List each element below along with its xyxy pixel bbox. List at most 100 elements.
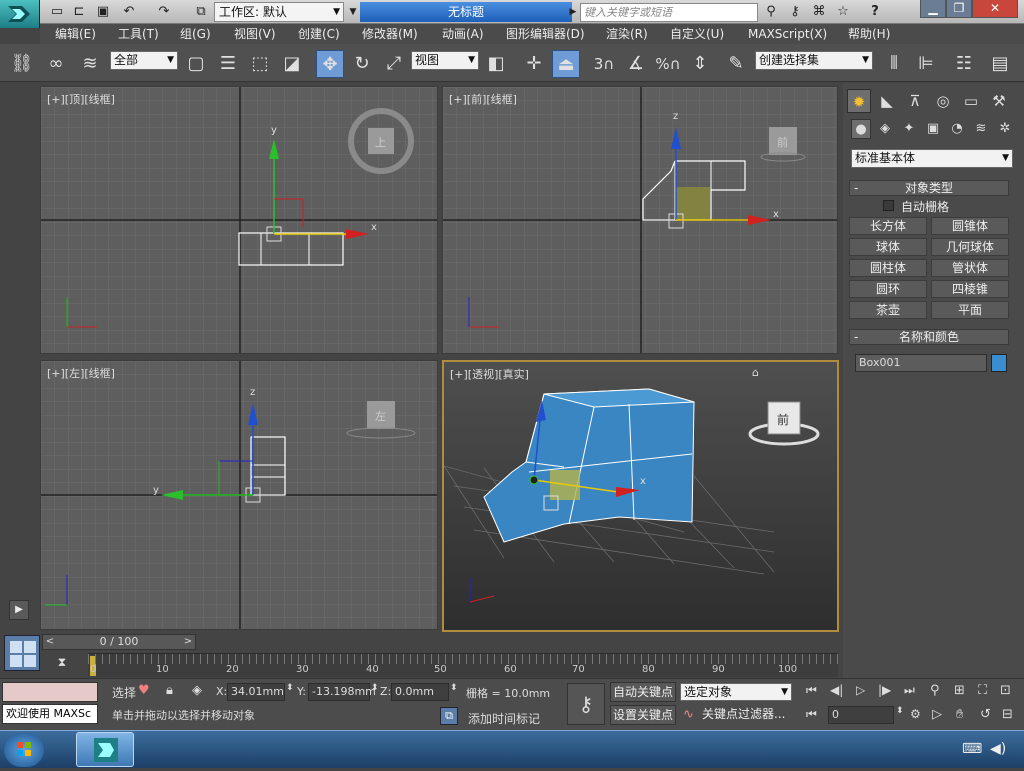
prev-frame-icon[interactable]: < <box>43 635 57 649</box>
menu-customize[interactable]: 自定义(U) <box>670 24 724 44</box>
time-tag-icon[interactable]: ⧉ <box>440 707 458 725</box>
menu-help[interactable]: 帮助(H) <box>848 24 890 44</box>
viewport-left-label[interactable]: [+][左][线框] <box>47 365 115 381</box>
app-logo-button[interactable] <box>0 0 40 28</box>
selection-filter-dropdown[interactable]: 全部 ▼ <box>110 51 178 70</box>
menu-group[interactable]: 组(G) <box>180 24 211 44</box>
rectangular-selection-icon[interactable]: ⬚ <box>246 50 274 78</box>
motion-tab-icon[interactable]: ◎ <box>931 89 955 113</box>
prev-key-icon[interactable]: ◀| <box>830 683 843 697</box>
mirror-icon[interactable]: ⫴ <box>880 50 908 78</box>
z-spinner-icon[interactable]: ⬍ <box>450 683 458 693</box>
select-and-manipulate-icon[interactable]: ✛ <box>520 50 548 78</box>
next-frame-icon[interactable]: > <box>181 635 195 649</box>
play-icon[interactable]: ▶ <box>9 600 29 620</box>
snaps-toggle-icon[interactable]: 3∩ <box>590 50 618 78</box>
create-tab-icon[interactable]: ✹ <box>847 89 871 113</box>
geosphere-button[interactable]: 几何球体 <box>931 238 1009 256</box>
hierarchy-tab-icon[interactable]: ⊼ <box>903 89 927 113</box>
selection-lock-icon[interactable]: 🔒︎ <box>166 683 173 698</box>
home-icon[interactable]: ⌂ <box>752 366 759 379</box>
angle-snap-icon[interactable]: ∡ <box>622 50 650 78</box>
zoom-icon[interactable]: ⚲ <box>930 683 940 698</box>
track-bar[interactable]: 0 10 20 30 40 50 60 70 80 90 100 <box>88 653 838 677</box>
cameras-icon[interactable]: ▣ <box>923 119 943 139</box>
y-spinner-icon[interactable]: ⬍ <box>371 683 379 693</box>
box-button[interactable]: 长方体 <box>849 217 927 235</box>
select-object-icon[interactable]: ▢ <box>182 50 210 78</box>
viewport-perspective-label[interactable]: [+][透视][真实] <box>450 366 529 382</box>
percent-snap-icon[interactable]: %∩ <box>654 50 682 78</box>
name-and-color-rollout[interactable]: - 名称和颜色 <box>849 329 1009 345</box>
select-by-name-icon[interactable]: ☰ <box>214 50 242 78</box>
frame-spinner-icon[interactable]: ⬍ <box>896 706 904 716</box>
keyboard-shortcut-override-icon[interactable]: ⏏ <box>552 50 580 78</box>
link-icon[interactable]: ⛓ <box>8 50 36 78</box>
menu-tools[interactable]: 工具(T) <box>118 24 159 44</box>
plane-button[interactable]: 平面 <box>931 301 1009 319</box>
select-and-rotate-icon[interactable]: ↻ <box>348 50 376 78</box>
menu-modifiers[interactable]: 修改器(M) <box>362 24 418 44</box>
space-warps-icon[interactable]: ≋ <box>971 119 991 139</box>
zoom-all-icon[interactable]: ⊞ <box>954 683 965 698</box>
viewport-front-label[interactable]: [+][前][线框] <box>449 91 517 107</box>
maxscript-listener-top[interactable] <box>2 682 98 702</box>
field-of-view-icon[interactable]: ▷ <box>932 707 942 722</box>
pyramid-button[interactable]: 四棱锥 <box>931 280 1009 298</box>
keyboard-icon[interactable]: ⌨ <box>962 741 982 757</box>
maximize-viewport-icon[interactable]: ⊟ <box>1002 707 1013 722</box>
geometry-icon[interactable]: ● <box>851 119 871 139</box>
modify-tab-icon[interactable]: ◣ <box>875 89 899 113</box>
window-crossing-icon[interactable]: ◪ <box>278 50 306 78</box>
pivot-center-icon[interactable]: ◧ <box>482 50 510 78</box>
viewport-left[interactable]: [+][左][线框] y z 左 <box>40 360 438 630</box>
category-dropdown[interactable]: 标准基本体 ▼ <box>851 149 1013 168</box>
time-config-icon[interactable]: ⚙ <box>910 707 921 721</box>
key-mode-toggle-icon[interactable]: ⏮ <box>806 707 817 722</box>
menu-views[interactable]: 视图(V) <box>234 24 276 44</box>
utilities-tab-icon[interactable]: ⚒ <box>987 89 1011 113</box>
close-button[interactable]: ✕ <box>972 0 1018 18</box>
set-key-button[interactable]: 设置关键点 <box>610 705 676 725</box>
pan-hand-icon[interactable]: ✋︎ <box>956 707 963 722</box>
menu-create[interactable]: 创建(C) <box>298 24 340 44</box>
tube-button[interactable]: 管状体 <box>931 259 1009 277</box>
x-coordinate-input[interactable]: 34.01mm <box>227 683 285 701</box>
auto-grid-checkbox[interactable] <box>883 200 894 211</box>
zoom-extents-icon[interactable]: ⛶ <box>978 683 987 698</box>
binoculars-icon[interactable]: ⚲ <box>762 3 780 21</box>
menu-graph-editors[interactable]: 图形编辑器(D) <box>506 24 585 44</box>
undo-icon[interactable]: ↶ <box>120 3 138 21</box>
menu-animation[interactable]: 动画(A) <box>442 24 484 44</box>
play-animation-icon[interactable]: ▷ <box>856 683 865 697</box>
volume-icon[interactable]: ◀) <box>990 741 1006 757</box>
align-icon[interactable]: ⊫ <box>912 50 940 78</box>
menu-rendering[interactable]: 渲染(R) <box>606 24 648 44</box>
help-icon[interactable]: ? <box>866 3 884 21</box>
isolate-icon[interactable]: ♥ <box>138 683 150 698</box>
shapes-icon[interactable]: ◈ <box>875 119 895 139</box>
sphere-button[interactable]: 球体 <box>849 238 927 256</box>
object-color-swatch[interactable] <box>991 354 1007 372</box>
reference-coordinate-dropdown[interactable]: 视图 ▼ <box>411 51 479 70</box>
viewport-front[interactable]: [+][前][线框] x z 前 <box>442 86 838 354</box>
menu-maxscript[interactable]: MAXScript(X) <box>748 24 827 44</box>
favorites-star-icon[interactable]: ☆ <box>834 3 852 21</box>
maximize-button[interactable]: ❐ <box>946 0 972 18</box>
viewport-top-label[interactable]: [+][顶][线框] <box>47 91 115 107</box>
viewport-perspective[interactable]: [+][透视][真实] x 前 ⌂ <box>442 360 839 632</box>
edit-named-selection-icon[interactable]: ✎ <box>722 50 750 78</box>
key-filters-button[interactable]: 关键点过滤器... <box>702 706 794 724</box>
viewport-layout-icon[interactable] <box>4 635 40 671</box>
systems-icon[interactable]: ✲ <box>995 119 1015 139</box>
communication-icon[interactable]: ⌘ <box>810 3 828 21</box>
set-key-icon[interactable]: ⚷ <box>567 683 605 725</box>
display-tab-icon[interactable]: ▭ <box>959 89 983 113</box>
goto-start-icon[interactable]: ⏮ <box>806 683 817 698</box>
key-filters-curve-icon[interactable]: ∿ <box>683 707 694 722</box>
search-input[interactable]: 键入关键字或短语 <box>580 3 758 22</box>
orbit-icon[interactable]: ↺ <box>980 707 991 722</box>
graphite-ribbon-icon[interactable]: ▤ <box>986 50 1014 78</box>
select-and-move-icon[interactable]: ✥ <box>316 50 344 78</box>
layer-manager-icon[interactable]: ☷ <box>950 50 978 78</box>
